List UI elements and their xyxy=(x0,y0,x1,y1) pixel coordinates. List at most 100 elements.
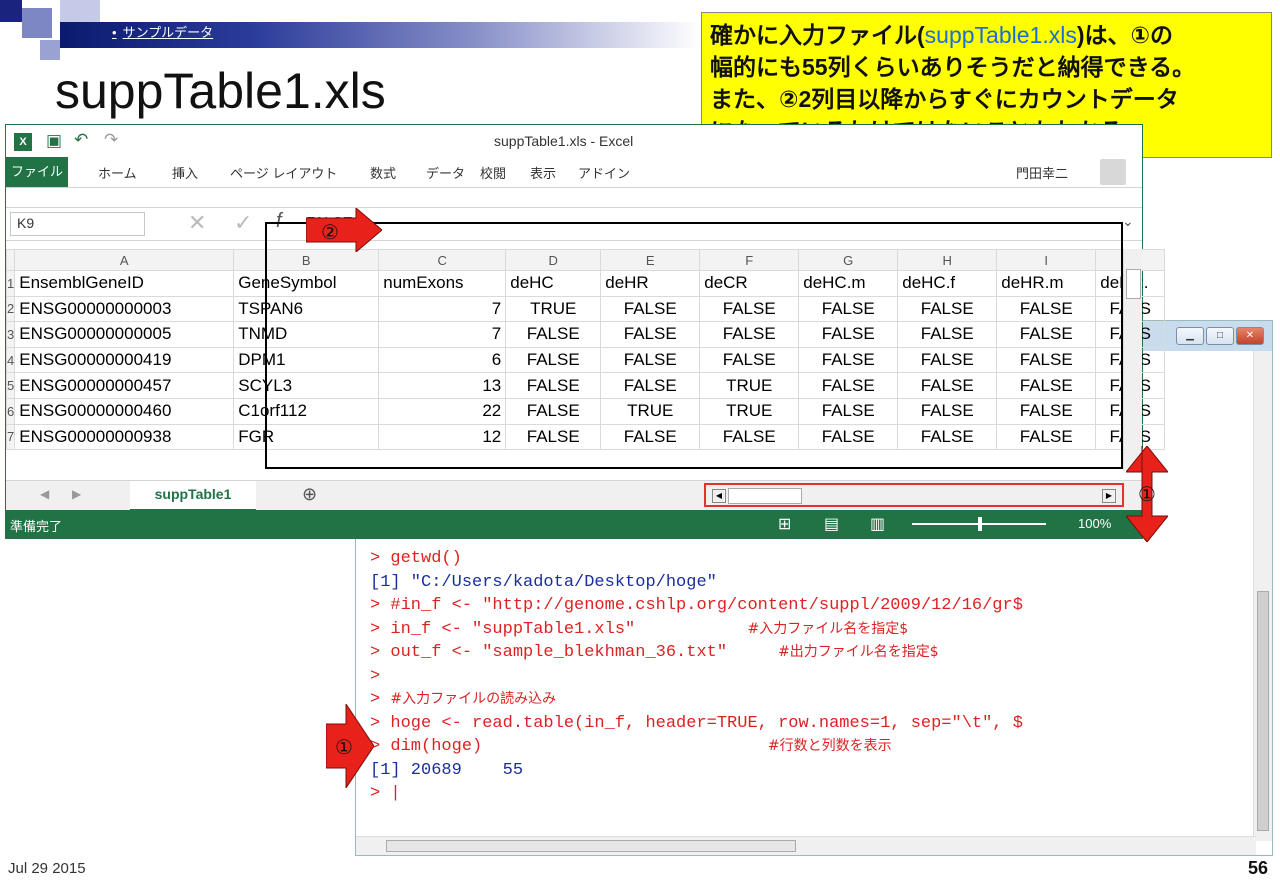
cancel-icon[interactable]: ✕ xyxy=(188,210,206,236)
cell[interactable]: FALSE xyxy=(600,321,701,348)
sheet-prev-icon[interactable]: ◀ xyxy=(40,487,49,501)
cell[interactable]: FALSE xyxy=(897,372,998,399)
sheet-vscroll[interactable] xyxy=(1123,249,1142,471)
column-header[interactable]: C xyxy=(378,249,507,271)
cell[interactable]: FALSE xyxy=(699,295,800,323)
column-header[interactable]: H xyxy=(897,249,998,271)
cell[interactable]: ENSG00000000938 xyxy=(14,423,235,451)
cell[interactable]: deHC xyxy=(505,270,602,297)
sheet-vscroll-thumb[interactable] xyxy=(1126,269,1141,299)
tab-data[interactable]: データ xyxy=(426,163,465,182)
horizontal-scrollbar[interactable]: ◀ ▶ xyxy=(704,483,1124,507)
cell[interactable]: FALSE xyxy=(798,372,899,399)
cell[interactable]: FALSE xyxy=(996,321,1097,348)
cell[interactable]: FALSE xyxy=(996,372,1097,399)
cell[interactable]: FALSE xyxy=(897,295,998,323)
column-header[interactable]: I xyxy=(996,249,1097,271)
tab-home[interactable]: ホーム xyxy=(98,163,137,182)
cell[interactable]: deHC.m xyxy=(798,270,899,297)
cell[interactable]: FALSE xyxy=(505,321,602,348)
row-header[interactable]: 1 xyxy=(5,270,16,297)
save-icon[interactable]: ▣ xyxy=(46,131,62,151)
cell[interactable]: FALSE xyxy=(600,346,701,374)
row-header[interactable]: 2 xyxy=(5,295,16,323)
cell[interactable]: ENSG00000000005 xyxy=(14,321,235,348)
cell[interactable]: numExons xyxy=(378,270,507,297)
cell[interactable]: FALSE xyxy=(897,423,998,451)
horizontal-scroll-thumb[interactable] xyxy=(728,488,802,504)
breadcrumb-link[interactable]: • サンプルデータ xyxy=(112,22,213,41)
cell[interactable]: FALSE xyxy=(798,346,899,374)
column-header[interactable]: A xyxy=(14,249,235,271)
user-name[interactable]: 門田幸二 xyxy=(1016,163,1068,182)
breadcrumb-label[interactable]: サンプルデータ xyxy=(123,25,214,40)
cell[interactable]: FALSE xyxy=(897,346,998,374)
sheet-next-icon[interactable]: ▶ xyxy=(72,487,81,501)
tab-page-layout[interactable]: ページ レイアウト xyxy=(230,163,337,182)
cell[interactable]: FALSE xyxy=(996,423,1097,451)
row-header[interactable]: 7 xyxy=(5,423,16,451)
cell[interactable]: FALSE xyxy=(897,321,998,348)
minimize-button[interactable]: ▁ xyxy=(1176,327,1204,345)
scroll-right-icon[interactable]: ▶ xyxy=(1102,489,1116,503)
tab-insert[interactable]: 挿入 xyxy=(172,163,198,182)
name-box[interactable]: K9 xyxy=(10,212,145,236)
tab-formulas[interactable]: 数式 xyxy=(370,163,396,182)
cell[interactable]: deCR xyxy=(699,270,800,297)
user-avatar-icon[interactable] xyxy=(1100,159,1126,185)
cell[interactable]: DPM1 xyxy=(233,346,380,374)
cell[interactable]: FALSE xyxy=(600,372,701,399)
cell[interactable]: FALSE xyxy=(505,423,602,451)
cell[interactable]: 13 xyxy=(378,372,507,399)
cell[interactable]: 6 xyxy=(378,346,507,374)
r-horizontal-scroll-thumb[interactable] xyxy=(386,840,796,852)
cell[interactable]: FGR xyxy=(233,423,380,451)
cell[interactable]: ENSG00000000457 xyxy=(14,372,235,399)
scroll-left-icon[interactable]: ◀ xyxy=(712,489,726,503)
cell[interactable]: TRUE xyxy=(699,372,800,399)
sheet-grid[interactable]: ABCDEFGHIJ1EnsemblGeneIDGeneSymbolnumExo… xyxy=(5,249,1166,451)
tab-view[interactable]: 表示 xyxy=(530,163,556,182)
row-header[interactable]: 3 xyxy=(5,321,16,348)
cell[interactable]: deHC.f xyxy=(897,270,998,297)
cell[interactable]: deHR.m xyxy=(996,270,1097,297)
cell[interactable]: FALSE xyxy=(505,397,602,425)
excel-window[interactable]: X ▣ ↶ ↷ suppTable1.xls - Excel ファイル ホーム … xyxy=(5,124,1166,539)
page-break-view-icon[interactable]: ▥ xyxy=(870,514,885,534)
cell[interactable]: FALSE xyxy=(897,397,998,425)
cell[interactable]: TSPAN6 xyxy=(233,295,380,323)
zoom-level[interactable]: 100% xyxy=(1078,516,1111,531)
close-button[interactable]: ✕ xyxy=(1236,327,1264,345)
cell[interactable]: TRUE xyxy=(600,397,701,425)
row-header[interactable]: 5 xyxy=(5,372,16,399)
cell[interactable]: 22 xyxy=(378,397,507,425)
redo-icon[interactable]: ↷ xyxy=(104,130,118,150)
column-header[interactable]: B xyxy=(233,249,380,271)
cell[interactable]: FALSE xyxy=(699,423,800,451)
cell[interactable]: FALSE xyxy=(699,346,800,374)
cell[interactable]: FALSE xyxy=(996,295,1097,323)
cell[interactable]: FALSE xyxy=(996,346,1097,374)
sheet-table[interactable]: ABCDEFGHIJ1EnsemblGeneIDGeneSymbolnumExo… xyxy=(5,249,1166,451)
zoom-slider-thumb[interactable] xyxy=(978,517,982,531)
cell[interactable]: TRUE xyxy=(699,397,800,425)
cell[interactable]: SCYL3 xyxy=(233,372,380,399)
cell[interactable]: GeneSymbol xyxy=(233,270,380,297)
tab-addins[interactable]: アドイン xyxy=(578,163,630,182)
add-sheet-button[interactable]: ⊕ xyxy=(302,484,317,505)
sheet-tab[interactable]: suppTable1 xyxy=(130,481,256,512)
r-vertical-scrollbar[interactable] xyxy=(1253,351,1272,841)
cell[interactable]: FALSE xyxy=(798,321,899,348)
select-all-corner[interactable] xyxy=(5,249,16,271)
normal-view-icon[interactable]: ⊞ xyxy=(778,514,791,534)
maximize-button[interactable]: □ xyxy=(1206,327,1234,345)
function-icon[interactable]: f xyxy=(276,210,282,233)
expand-formula-icon[interactable]: ⌄ xyxy=(1122,213,1134,230)
undo-icon[interactable]: ↶ xyxy=(74,130,88,150)
cell[interactable]: ENSG00000000003 xyxy=(14,295,235,323)
page-layout-view-icon[interactable]: ▤ xyxy=(824,514,839,534)
cell[interactable]: TRUE xyxy=(505,295,602,323)
r-vertical-scroll-thumb[interactable] xyxy=(1257,591,1269,831)
cell[interactable]: EnsemblGeneID xyxy=(14,270,235,297)
column-header[interactable]: D xyxy=(505,249,602,271)
